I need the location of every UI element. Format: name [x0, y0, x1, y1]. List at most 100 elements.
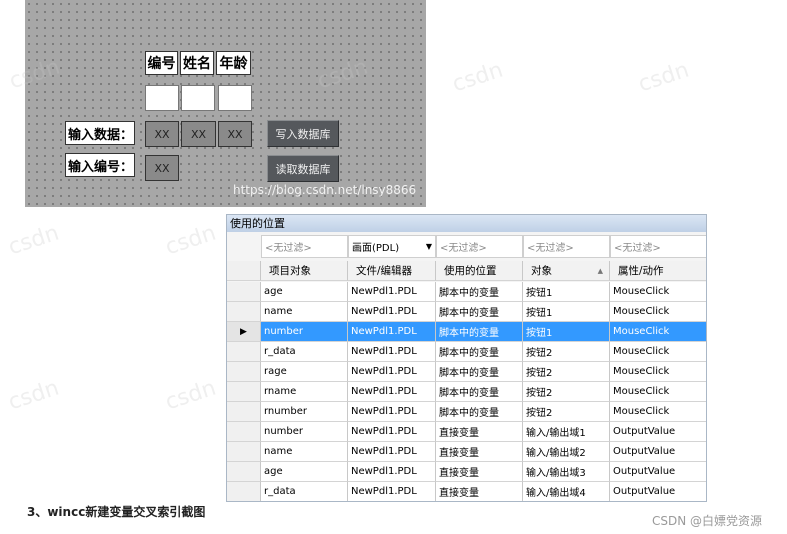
table-row[interactable]: age NewPdl1.PDL 直接变量 输入/输出域3 OutputValue	[227, 462, 706, 482]
column-header-object[interactable]: 项目对象	[261, 261, 348, 281]
cell-file[interactable]: NewPdl1.PDL	[348, 302, 436, 322]
cell-location[interactable]: 脚本中的变量	[436, 322, 523, 342]
filter-location[interactable]: <无过滤>	[436, 235, 523, 258]
cell-object[interactable]: rnumber	[261, 402, 348, 422]
filter-file[interactable]: 画面(PDL) ▼	[348, 235, 436, 258]
cell-target[interactable]: 按钮2	[523, 342, 610, 362]
cell-property[interactable]: MouseClick	[610, 362, 706, 382]
watermark: csdn	[314, 54, 372, 95]
table-row[interactable]: rnumber NewPdl1.PDL 脚本中的变量 按钮2 MouseClick	[227, 402, 706, 422]
cell-target[interactable]: 按钮1	[523, 322, 610, 342]
row-header[interactable]	[227, 442, 261, 462]
cell-file[interactable]: NewPdl1.PDL	[348, 402, 436, 422]
filter-file-value: 画面(PDL)	[352, 243, 400, 254]
cell-property[interactable]: OutputValue	[610, 482, 706, 501]
cell-location[interactable]: 脚本中的变量	[436, 282, 523, 302]
column-header-file[interactable]: 文件/编辑器	[348, 261, 436, 281]
cell-location[interactable]: 直接变量	[436, 422, 523, 442]
table-row[interactable]: rage NewPdl1.PDL 脚本中的变量 按钮2 MouseClick	[227, 362, 706, 382]
io-field-id[interactable]: XX	[145, 155, 179, 181]
current-row-indicator[interactable]: ▶	[227, 322, 261, 342]
cell-target[interactable]: 输入/输出域4	[523, 482, 610, 501]
cell-location[interactable]: 脚本中的变量	[436, 382, 523, 402]
row-header[interactable]	[227, 302, 261, 322]
table-row[interactable]: name NewPdl1.PDL 脚本中的变量 按钮1 MouseClick	[227, 302, 706, 322]
cell-object[interactable]: rname	[261, 382, 348, 402]
read-database-button[interactable]: 读取数据库	[267, 155, 339, 182]
column-header-location[interactable]: 使用的位置	[436, 261, 523, 281]
credit-text: CSDN @白嫖党资源	[652, 514, 763, 528]
cell-file[interactable]: NewPdl1.PDL	[348, 382, 436, 402]
cell-target[interactable]: 按钮2	[523, 402, 610, 422]
url-watermark: https://blog.csdn.net/lnsy8866	[233, 183, 417, 197]
write-database-button[interactable]: 写入数据库	[267, 120, 339, 147]
cell-target[interactable]: 按钮1	[523, 282, 610, 302]
cell-location[interactable]: 直接变量	[436, 442, 523, 462]
cell-target[interactable]: 按钮2	[523, 362, 610, 382]
io-field-age[interactable]: XX	[218, 121, 252, 147]
table-row[interactable]: rname NewPdl1.PDL 脚本中的变量 按钮2 MouseClick	[227, 382, 706, 402]
table-row[interactable]: r_data NewPdl1.PDL 直接变量 输入/输出域4 OutputValue	[227, 482, 706, 501]
cell-property[interactable]: MouseClick	[610, 402, 706, 422]
cell-location[interactable]: 直接变量	[436, 462, 523, 482]
cell-property[interactable]: MouseClick	[610, 342, 706, 362]
cell-object[interactable]: r_data	[261, 342, 348, 362]
filter-row: <无过滤> 画面(PDL) ▼ <无过滤> <无过滤> <无过滤>	[227, 234, 706, 258]
row-header[interactable]	[227, 482, 261, 501]
row-header[interactable]	[227, 462, 261, 482]
cell-target[interactable]: 输入/输出域1	[523, 422, 610, 442]
cell-property[interactable]: MouseClick	[610, 382, 706, 402]
filter-target[interactable]: <无过滤>	[523, 235, 610, 258]
table-row[interactable]: age NewPdl1.PDL 脚本中的变量 按钮1 MouseClick	[227, 282, 706, 302]
cell-location[interactable]: 直接变量	[436, 482, 523, 501]
cell-file[interactable]: NewPdl1.PDL	[348, 362, 436, 382]
table-row[interactable]: number NewPdl1.PDL 直接变量 输入/输出域1 OutputValue	[227, 422, 706, 442]
table-row[interactable]: name NewPdl1.PDL 直接变量 输入/输出域2 OutputValue	[227, 442, 706, 462]
sort-ascending-icon: ▲	[597, 266, 603, 275]
cell-location[interactable]: 脚本中的变量	[436, 402, 523, 422]
io-field-number[interactable]: XX	[145, 121, 179, 147]
row-header[interactable]	[227, 282, 261, 302]
cell-file[interactable]: NewPdl1.PDL	[348, 462, 436, 482]
column-header-target[interactable]: 对象 ▲	[523, 261, 610, 281]
cell-property[interactable]: OutputValue	[610, 442, 706, 462]
row-header[interactable]	[227, 362, 261, 382]
row-header[interactable]	[227, 402, 261, 422]
table-row[interactable]: ▶ number NewPdl1.PDL 脚本中的变量 按钮1 MouseClick	[227, 322, 706, 342]
cell-object[interactable]: name	[261, 302, 348, 322]
cell-file[interactable]: NewPdl1.PDL	[348, 282, 436, 302]
row-header[interactable]	[227, 422, 261, 442]
dropdown-arrow-icon[interactable]: ▼	[426, 242, 432, 251]
cell-file[interactable]: NewPdl1.PDL	[348, 422, 436, 442]
cell-property[interactable]: OutputValue	[610, 422, 706, 442]
cell-object[interactable]: r_data	[261, 482, 348, 501]
cell-target[interactable]: 按钮2	[523, 382, 610, 402]
cell-property[interactable]: MouseClick	[610, 282, 706, 302]
cell-location[interactable]: 脚本中的变量	[436, 342, 523, 362]
cell-target[interactable]: 输入/输出域2	[523, 442, 610, 462]
cell-location[interactable]: 脚本中的变量	[436, 302, 523, 322]
cell-target[interactable]: 输入/输出域3	[523, 462, 610, 482]
filter-object[interactable]: <无过滤>	[261, 235, 348, 258]
row-header[interactable]	[227, 382, 261, 402]
cell-property[interactable]: OutputValue	[610, 462, 706, 482]
cell-object[interactable]: name	[261, 442, 348, 462]
cell-file[interactable]: NewPdl1.PDL	[348, 322, 436, 342]
table-row[interactable]: r_data NewPdl1.PDL 脚本中的变量 按钮2 MouseClick	[227, 342, 706, 362]
column-header-property[interactable]: 属性/动作	[610, 261, 706, 281]
cell-object[interactable]: number	[261, 422, 348, 442]
cell-location[interactable]: 脚本中的变量	[436, 362, 523, 382]
cell-object[interactable]: rage	[261, 362, 348, 382]
cell-object[interactable]: number	[261, 322, 348, 342]
cell-file[interactable]: NewPdl1.PDL	[348, 482, 436, 501]
cell-target[interactable]: 按钮1	[523, 302, 610, 322]
cell-property[interactable]: MouseClick	[610, 322, 706, 342]
cell-object[interactable]: age	[261, 462, 348, 482]
cell-file[interactable]: NewPdl1.PDL	[348, 342, 436, 362]
cell-property[interactable]: MouseClick	[610, 302, 706, 322]
cell-file[interactable]: NewPdl1.PDL	[348, 442, 436, 462]
filter-property[interactable]: <无过滤>	[610, 235, 706, 258]
row-header[interactable]	[227, 342, 261, 362]
cell-object[interactable]: age	[261, 282, 348, 302]
io-field-name[interactable]: XX	[181, 121, 216, 147]
